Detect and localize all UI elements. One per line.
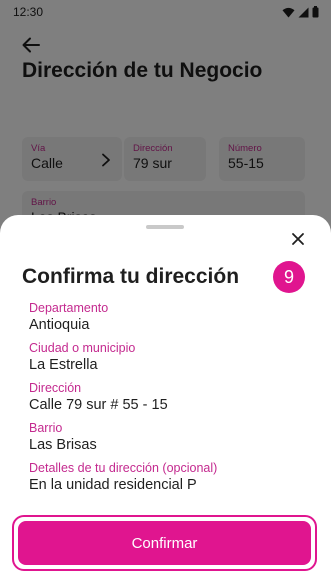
detail-value: Antioquia bbox=[29, 317, 90, 333]
sheet-drag-handle[interactable] bbox=[146, 225, 184, 229]
detail-label: Ciudad o municipio bbox=[29, 341, 136, 355]
address-details: Departamento Antioquia Ciudad o municipi… bbox=[29, 301, 309, 501]
step-badge: 9 bbox=[273, 261, 305, 293]
detail-value: Calle 79 sur # 55 - 15 bbox=[29, 397, 168, 413]
detail-label: Barrio bbox=[29, 421, 63, 435]
confirm-button[interactable]: Confirmar bbox=[18, 521, 311, 565]
detail-label: Departamento bbox=[29, 301, 109, 315]
detail-label: Detalles de tu dirección (opcional) bbox=[29, 461, 218, 475]
detail-label: Dirección bbox=[29, 381, 82, 395]
sheet-title: Confirma tu dirección bbox=[22, 265, 240, 288]
detail-barrio: Barrio Las Brisas bbox=[29, 421, 309, 454]
detail-value: Las Brisas bbox=[29, 437, 97, 453]
detail-value: La Estrella bbox=[29, 357, 98, 373]
confirm-button-focus-ring: Confirmar bbox=[12, 515, 317, 571]
detail-detalles: Detalles de tu dirección (opcional) En l… bbox=[29, 461, 309, 494]
detail-ciudad: Ciudad o municipio La Estrella bbox=[29, 341, 309, 374]
detail-direccion: Dirección Calle 79 sur # 55 - 15 bbox=[29, 381, 309, 414]
close-icon[interactable] bbox=[289, 230, 307, 248]
detail-departamento: Departamento Antioquia bbox=[29, 301, 309, 334]
confirm-address-sheet: Confirma tu dirección 9 Departamento Ant… bbox=[0, 215, 331, 588]
detail-value: En la unidad residencial P bbox=[29, 477, 197, 493]
